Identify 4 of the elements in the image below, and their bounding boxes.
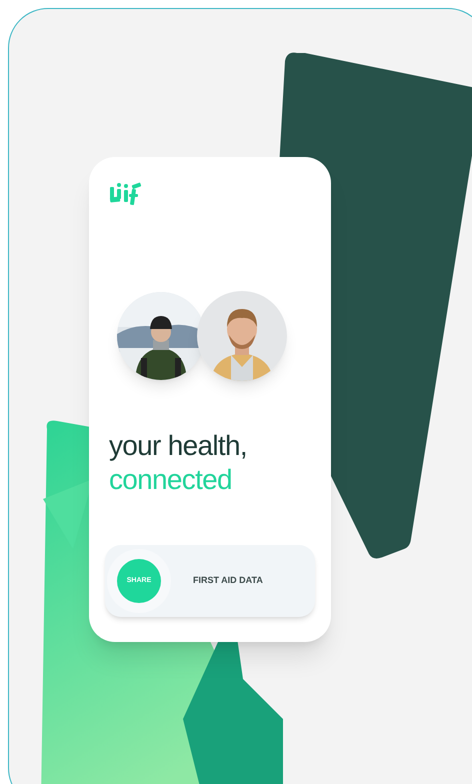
logo-icon — [109, 181, 143, 207]
slider-label: FIRST AID DATA — [193, 574, 263, 588]
headline: your health, — [109, 429, 248, 463]
headline: connected — [109, 463, 233, 497]
